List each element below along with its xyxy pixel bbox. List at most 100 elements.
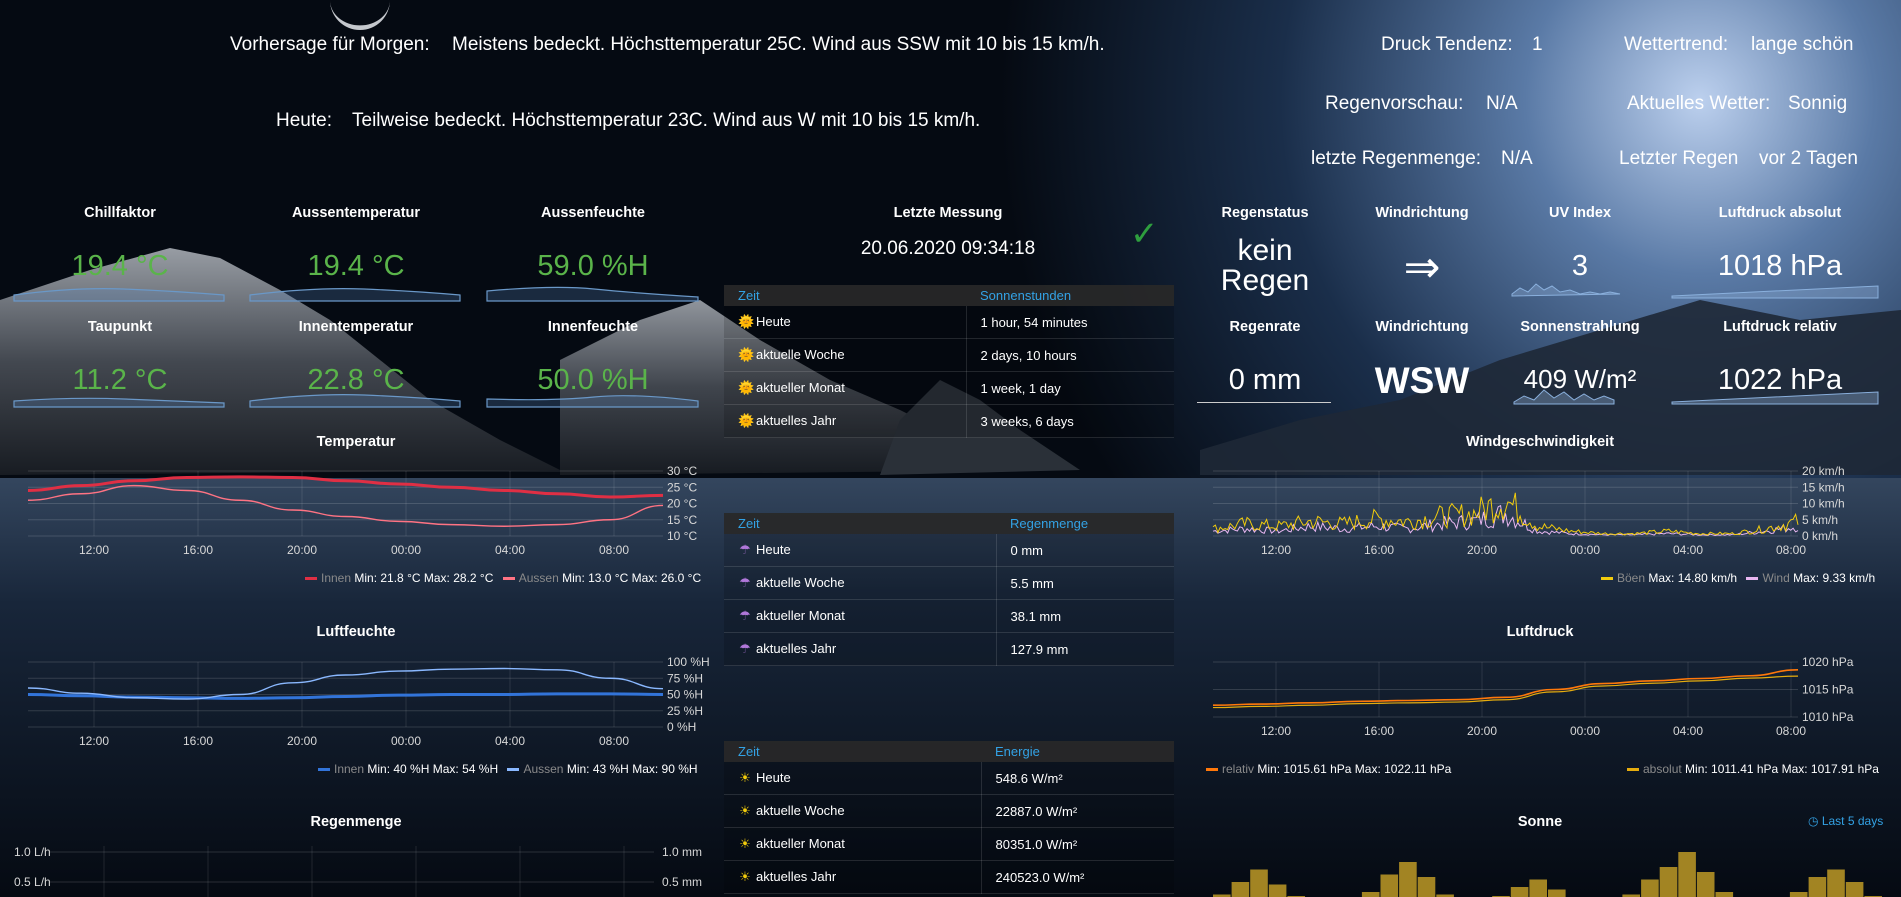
pressure-chart: 1020 hPa 1015 hPa 1010 hPa 12:00 16:00 20:00 0… <box>1212 655 1854 738</box>
y-tick-label: 1010 hPa <box>1802 710 1854 724</box>
forecast-today-text: Teilweise bedeckt. Höchsttemperatur 23C.… <box>352 110 981 131</box>
legend-min: Min: 21.8 °C <box>354 571 421 585</box>
uv-sparkline <box>1511 283 1621 297</box>
x-tick-label: 08:00 <box>1776 724 1806 738</box>
legend-series-relativ[interactable]: relativ <box>1222 762 1254 776</box>
sun-row-value: 1 hour, 54 minutes <box>966 306 1174 339</box>
x-tick-label: 20:00 <box>287 543 317 557</box>
x-tick-label: 00:00 <box>1570 724 1600 738</box>
y-tick-label: 1020 hPa <box>1802 655 1854 669</box>
uv-title: UV Index <box>1548 205 1612 221</box>
legend-series-innen[interactable]: Innen <box>334 762 364 776</box>
x-tick-label: 20:00 <box>1467 543 1497 557</box>
last-rain-value: vor 2 Tagen <box>1759 148 1858 169</box>
legend-series-aussen[interactable]: Aussen <box>519 571 559 585</box>
legend-series-innen[interactable]: Innen <box>321 571 351 585</box>
y-tick-label: 10 °C <box>667 529 697 543</box>
y-tick-label: 50 %H <box>667 688 703 702</box>
dew-sparkline <box>13 397 225 408</box>
sun-bar <box>1231 882 1250 897</box>
umbrella-icon: ☂ <box>739 542 751 557</box>
solar-sparkline <box>1513 389 1615 405</box>
legend-series-boeen[interactable]: Böen <box>1617 571 1645 585</box>
sun-emoji-icon: 🌞 <box>738 347 755 362</box>
rain-row-value: 38.1 mm <box>996 599 1174 633</box>
rain-row-label: aktuelle Woche <box>756 575 845 590</box>
wind-direction2-title: Windrichtung <box>1375 319 1469 335</box>
rain-status-line1: kein <box>1237 234 1293 267</box>
umbrella-icon: ☂ <box>739 641 751 656</box>
energy-table-header-value: Energie <box>981 741 1174 762</box>
y-tick-label: 5 km/h <box>1802 513 1838 527</box>
energy-row-value: 548.6 W/m² <box>981 762 1174 795</box>
sun-bar <box>1715 892 1734 897</box>
x-tick-label: 20:00 <box>287 734 317 748</box>
rain-row-label: Heute <box>756 542 791 557</box>
x-tick-label: 12:00 <box>79 543 109 557</box>
sun-bar <box>1380 874 1399 897</box>
x-tick-label: 04:00 <box>495 543 525 557</box>
x-tick-label: 08:00 <box>599 543 629 557</box>
x-tick-label: 12:00 <box>79 734 109 748</box>
chill-sparkline <box>13 288 225 302</box>
last-rain-label: Letzter Regen <box>1619 148 1739 169</box>
outtemp-title: Aussentemperatur <box>291 205 421 221</box>
sun-icon: ☀ <box>739 770 751 785</box>
table-row: ☀ aktuelles Jahr 240523.0 W/m² <box>724 860 1174 894</box>
y-tick-label-right: 0.5 mm <box>662 875 702 889</box>
humidity-legend: Innen Min: 40 %H Max: 54 %H Aussen Min: … <box>312 762 698 776</box>
sun-bar <box>1641 879 1659 897</box>
current-weather-label: Aktuelles Wetter: <box>1627 93 1771 114</box>
last-rain-amount-label: letzte Regenmenge: <box>1311 148 1482 169</box>
sun-table-header-value: Sonnenstunden <box>966 285 1174 306</box>
weather-trend-value: lange schön <box>1751 34 1854 55</box>
forecast-today-label: Heute: <box>276 110 332 131</box>
abs-pressure-title: Luftdruck absolut <box>1718 205 1842 221</box>
legend-swatch <box>1601 577 1613 581</box>
umbrella-icon: ☂ <box>739 575 751 590</box>
x-tick-label: 16:00 <box>183 543 213 557</box>
sun-row-value: 3 weeks, 6 days <box>966 404 1174 438</box>
legend-max: Max: 28.2 °C <box>423 571 494 585</box>
x-tick-label: 16:00 <box>183 734 213 748</box>
x-tick-label: 04:00 <box>495 734 525 748</box>
temp-legend: Innen Min: 21.8 °C Max: 28.2 °C Aussen M… <box>299 571 701 585</box>
y-tick-label-right: 1.0 mm <box>662 845 702 859</box>
chill-title: Chillfaktor <box>84 205 156 221</box>
legend-swatch <box>1206 768 1218 772</box>
x-tick-label: 00:00 <box>1570 543 1600 557</box>
table-row: ☀ aktuelle Woche 22887.0 W/m² <box>724 794 1174 828</box>
x-tick-label: 08:00 <box>1776 543 1806 557</box>
rain-status-title: Regenstatus <box>1221 205 1309 221</box>
sun-icon: ☀ <box>739 803 751 818</box>
energy-table-header-time: Zeit <box>724 741 981 762</box>
legend-swatch <box>1746 577 1759 581</box>
time-range-picker[interactable]: ◷ Last 5 days <box>1808 814 1883 828</box>
temp-chart: 30 °C 25 °C 20 °C 15 °C 10 °C 12:00 16:00 20:00… <box>27 464 697 557</box>
y-tick-label-left: 0.5 L/h <box>14 875 51 889</box>
rel-pressure-sparkline <box>1671 391 1879 405</box>
abs-pressure-sparkline <box>1671 285 1879 299</box>
sun-table-header-time: Zeit <box>724 285 966 306</box>
legend-min: Min: 43 %H <box>566 762 629 776</box>
sun-bar <box>1808 877 1827 897</box>
pressure-chart-title: Luftdruck <box>1506 624 1574 640</box>
sun-bar <box>1548 889 1566 897</box>
legend-series-aussen[interactable]: Aussen <box>523 762 563 776</box>
legend-series-wind[interactable]: Wind <box>1762 571 1789 585</box>
x-tick-label: 12:00 <box>1261 543 1291 557</box>
legend-swatch <box>507 768 520 772</box>
rain-row-value: 127.9 mm <box>996 632 1174 666</box>
legend-max: Max: 26.0 °C <box>631 571 702 585</box>
table-row: ☂ aktuelle Woche 5.5 mm <box>724 566 1174 600</box>
sun-row-label: Heute <box>756 314 791 329</box>
right-sparklines <box>1511 283 1879 405</box>
energy-row-label: aktuelle Woche <box>756 803 845 818</box>
y-tick-label: 0 %H <box>667 720 696 734</box>
sun-hours-table: Zeit Sonnenstunden 🌞 Heute 1 hour, 54 min… <box>724 285 1174 438</box>
last-rain-amount-value: N/A <box>1501 148 1533 169</box>
x-tick-label: 00:00 <box>391 543 421 557</box>
rain-table-header-value: Regenmenge <box>996 513 1174 534</box>
legend-series-absolut[interactable]: absolut <box>1643 762 1682 776</box>
rain-amount-table: Zeit Regenmenge ☂ Heute 0 mm ☂ aktuelle Wo… <box>724 513 1174 666</box>
